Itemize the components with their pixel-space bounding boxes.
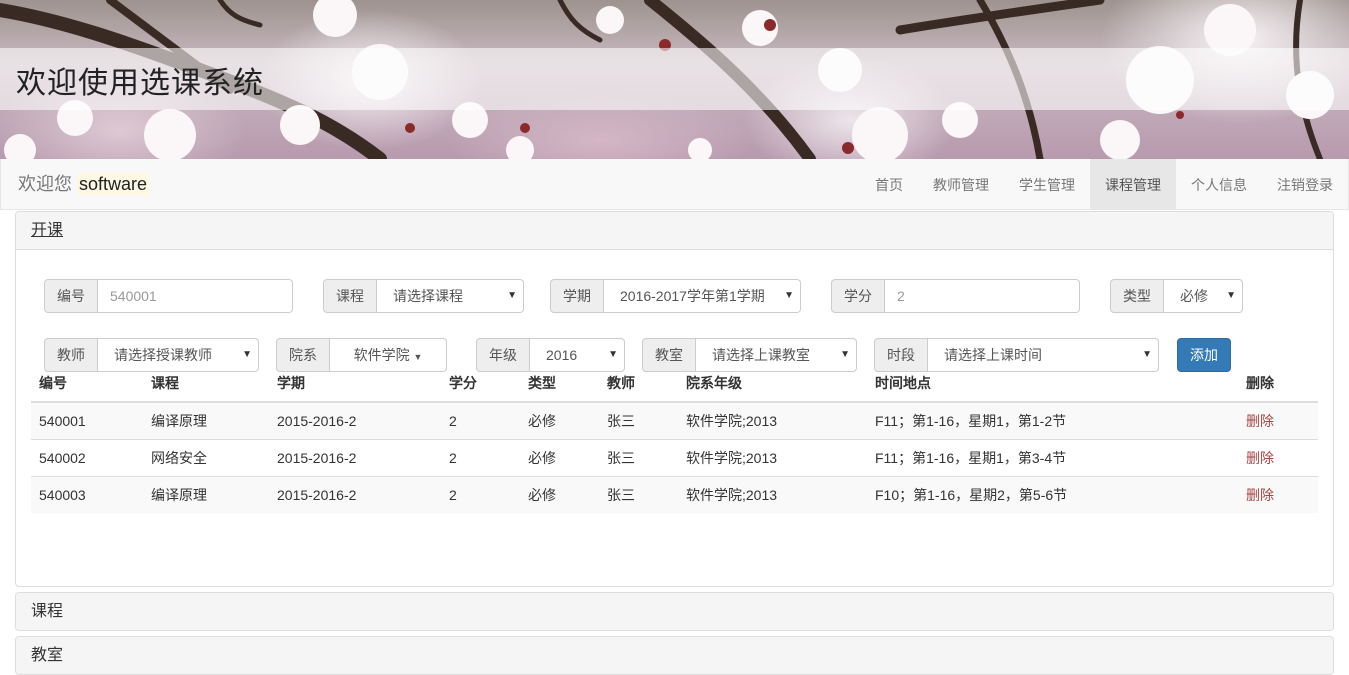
id-input[interactable]: 540001 — [98, 279, 293, 313]
open-course-panel-heading[interactable]: 开课 — [16, 212, 1333, 250]
cell-id: 540003 — [31, 476, 143, 513]
nav-menu: 首页 教师管理 学生管理 课程管理 个人信息 注销登录 — [860, 159, 1348, 209]
type-select-group: 类型 必修 ▼ — [1110, 279, 1243, 313]
period-select-value: 请选择上课时间 — [944, 347, 1042, 363]
cell-teacher: 张三 — [599, 401, 678, 440]
col-header-type: 类型 — [520, 365, 599, 403]
cell-credit: 2 — [441, 401, 520, 440]
caret-down-icon: ▼ — [1226, 290, 1236, 301]
username: software — [77, 173, 150, 195]
cell-teacher: 张三 — [599, 439, 678, 477]
id-input-group: 编号 540001 — [44, 279, 293, 313]
caret-down-icon: ▼ — [784, 290, 794, 301]
cell-course: 编译原理 — [143, 401, 269, 440]
type-select[interactable]: 必修 ▼ — [1164, 279, 1243, 313]
cell-time-place: F10；第1-16，星期2，第5-6节 — [867, 476, 1238, 513]
nav-item-logout[interactable]: 注销登录 — [1262, 159, 1348, 209]
col-header-credit: 学分 — [441, 365, 520, 403]
term-select[interactable]: 2016-2017学年第1学期 ▼ — [604, 279, 801, 313]
cell-term: 2015-2016-2 — [269, 476, 441, 513]
grade-select-value: 2016 — [546, 347, 578, 363]
delete-link[interactable]: 删除 — [1246, 487, 1274, 503]
navbar: 欢迎您 software 首页 教师管理 学生管理 课程管理 个人信息 注销登录 — [0, 159, 1349, 210]
term-label: 学期 — [550, 279, 604, 313]
table-row: 540001 编译原理 2015-2016-2 2 必修 张三 软件学院;201… — [31, 401, 1318, 440]
nav-item-teacher-management[interactable]: 教师管理 — [918, 159, 1004, 209]
credit-input[interactable]: 2 — [885, 279, 1080, 313]
cell-delete: 删除 — [1238, 439, 1318, 477]
credit-input-group: 学分 2 — [831, 279, 1080, 313]
term-select-group: 学期 2016-2017学年第1学期 ▼ — [550, 279, 801, 313]
cell-credit: 2 — [441, 439, 520, 477]
navbar-brand: 欢迎您 software — [18, 172, 150, 196]
cell-id: 540001 — [31, 401, 143, 440]
classroom-select-value: 请选择上课教室 — [712, 347, 810, 363]
col-header-id: 编号 — [31, 365, 143, 403]
course-select-value: 请选择课程 — [393, 288, 463, 304]
department-dropdown-value: 软件学院 — [353, 347, 410, 363]
table-row: 540002 网络安全 2015-2016-2 2 必修 张三 软件学院;201… — [31, 439, 1318, 477]
col-header-course: 课程 — [143, 365, 269, 403]
col-header-dept-grade: 院系年级 — [678, 365, 867, 403]
type-label: 类型 — [1110, 279, 1164, 313]
cell-dept-grade: 软件学院;2013 — [678, 401, 867, 440]
credit-label: 学分 — [831, 279, 885, 313]
table-header-row: 编号 课程 学期 学分 类型 教师 院系年级 时间地点 删除 — [31, 365, 1318, 403]
cell-credit: 2 — [441, 476, 520, 513]
delete-link[interactable]: 删除 — [1246, 450, 1274, 466]
col-header-delete: 删除 — [1238, 365, 1318, 403]
cell-term: 2015-2016-2 — [269, 401, 441, 440]
nav-item-home[interactable]: 首页 — [860, 159, 918, 209]
cell-id: 540002 — [31, 439, 143, 477]
cell-type: 必修 — [520, 439, 599, 477]
teacher-select-value: 请选择授课教师 — [114, 347, 212, 363]
classroom-panel: 教室 — [15, 636, 1334, 675]
cell-dept-grade: 软件学院;2013 — [678, 476, 867, 513]
course-label: 课程 — [323, 279, 377, 313]
nav-item-course-management[interactable]: 课程管理 — [1090, 159, 1176, 209]
nav-item-personal-info[interactable]: 个人信息 — [1176, 159, 1262, 209]
site-title: 欢迎使用选课系统 — [16, 66, 264, 101]
cell-course: 网络安全 — [143, 439, 269, 477]
course-select[interactable]: 请选择课程 ▼ — [377, 279, 524, 313]
cell-delete: 删除 — [1238, 476, 1318, 513]
col-header-time-place: 时间地点 — [867, 365, 1238, 403]
cell-course: 编译原理 — [143, 476, 269, 513]
cell-delete: 删除 — [1238, 401, 1318, 440]
open-course-panel: 开课 编号 540001 课程 请选择课程 ▼ 学期 2016-2017学年第1… — [15, 211, 1334, 587]
course-panel: 课程 — [15, 592, 1334, 631]
cell-dept-grade: 软件学院;2013 — [678, 439, 867, 477]
course-select-group: 课程 请选择课程 ▼ — [323, 279, 524, 313]
cell-type: 必修 — [520, 476, 599, 513]
term-select-value: 2016-2017学年第1学期 — [620, 288, 765, 304]
course-panel-heading[interactable]: 课程 — [16, 593, 1333, 630]
id-label: 编号 — [44, 279, 98, 313]
open-course-title[interactable]: 开课 — [31, 222, 63, 239]
header-banner: 欢迎使用选课系统 — [0, 0, 1349, 159]
table-row: 540003 编译原理 2015-2016-2 2 必修 张三 软件学院;201… — [31, 476, 1318, 513]
greeting-text: 欢迎您 — [18, 174, 72, 194]
caret-down-icon: ▼ — [413, 352, 423, 362]
col-header-term: 学期 — [269, 365, 441, 403]
cell-term: 2015-2016-2 — [269, 439, 441, 477]
classroom-panel-heading[interactable]: 教室 — [16, 637, 1333, 674]
caret-down-icon: ▼ — [507, 290, 517, 301]
col-header-teacher: 教师 — [599, 365, 678, 403]
cell-type: 必修 — [520, 401, 599, 440]
nav-item-student-management[interactable]: 学生管理 — [1004, 159, 1090, 209]
type-select-value: 必修 — [1180, 288, 1208, 304]
cell-time-place: F11；第1-16，星期1，第3-4节 — [867, 439, 1238, 477]
course-offering-table: 编号 课程 学期 学分 类型 教师 院系年级 时间地点 删除 540001 编译… — [31, 365, 1318, 513]
cell-time-place: F11；第1-16，星期1，第1-2节 — [867, 401, 1238, 440]
cell-teacher: 张三 — [599, 476, 678, 513]
delete-link[interactable]: 删除 — [1246, 413, 1274, 429]
